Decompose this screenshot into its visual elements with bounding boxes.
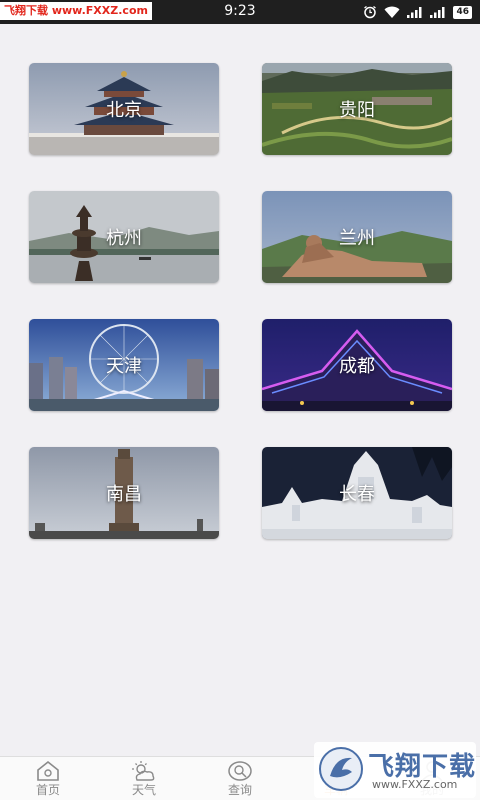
status-bar: 飞翔下载 www.FXXZ.com 9:23 46 — [0, 0, 480, 24]
home-icon — [37, 760, 59, 781]
city-card-tianjin[interactable]: 天津 — [29, 319, 219, 411]
city-card-guiyang[interactable]: 贵阳 — [262, 63, 452, 155]
nav-label: 查询 — [227, 783, 252, 797]
city-name: 长春 — [339, 484, 375, 505]
city-name: 天津 — [106, 356, 142, 377]
nav-weather[interactable]: 天气 — [96, 757, 192, 800]
nav-search[interactable]: 查询 — [192, 757, 288, 800]
wifi-icon — [384, 6, 400, 18]
city-name: 北京 — [106, 100, 142, 121]
city-card-nanchang[interactable]: 南昌 — [29, 447, 219, 539]
fxxz-logo-icon — [319, 747, 363, 791]
weather-icon — [132, 761, 155, 781]
city-name: 南昌 — [106, 484, 142, 505]
nav-label: 首页 — [35, 783, 60, 797]
brand-url: www.FXXZ.com — [372, 778, 458, 791]
signal-icon — [430, 7, 445, 18]
city-card-chengdu[interactable]: 成都 — [262, 319, 452, 411]
signal-icon — [407, 7, 422, 18]
nav-label: 天气 — [131, 783, 156, 797]
status-icons: 46 — [363, 4, 472, 20]
city-name: 成都 — [339, 356, 375, 377]
city-card-beijing[interactable]: 北京 — [29, 63, 219, 155]
alarm-icon — [364, 5, 377, 19]
city-card-changchun[interactable]: 长春 — [262, 447, 452, 539]
city-name: 杭州 — [106, 228, 142, 249]
battery-icon: 46 — [453, 5, 472, 19]
brand-watermark: 飞翔下载 www.FXXZ.com — [314, 742, 476, 798]
search-icon — [228, 761, 252, 781]
city-card-hangzhou[interactable]: 杭州 — [29, 191, 219, 283]
nav-home[interactable]: 首页 — [0, 757, 96, 800]
city-card-lanzhou[interactable]: 兰州 — [262, 191, 452, 283]
city-name: 兰州 — [339, 228, 375, 249]
city-name: 贵阳 — [339, 100, 375, 121]
